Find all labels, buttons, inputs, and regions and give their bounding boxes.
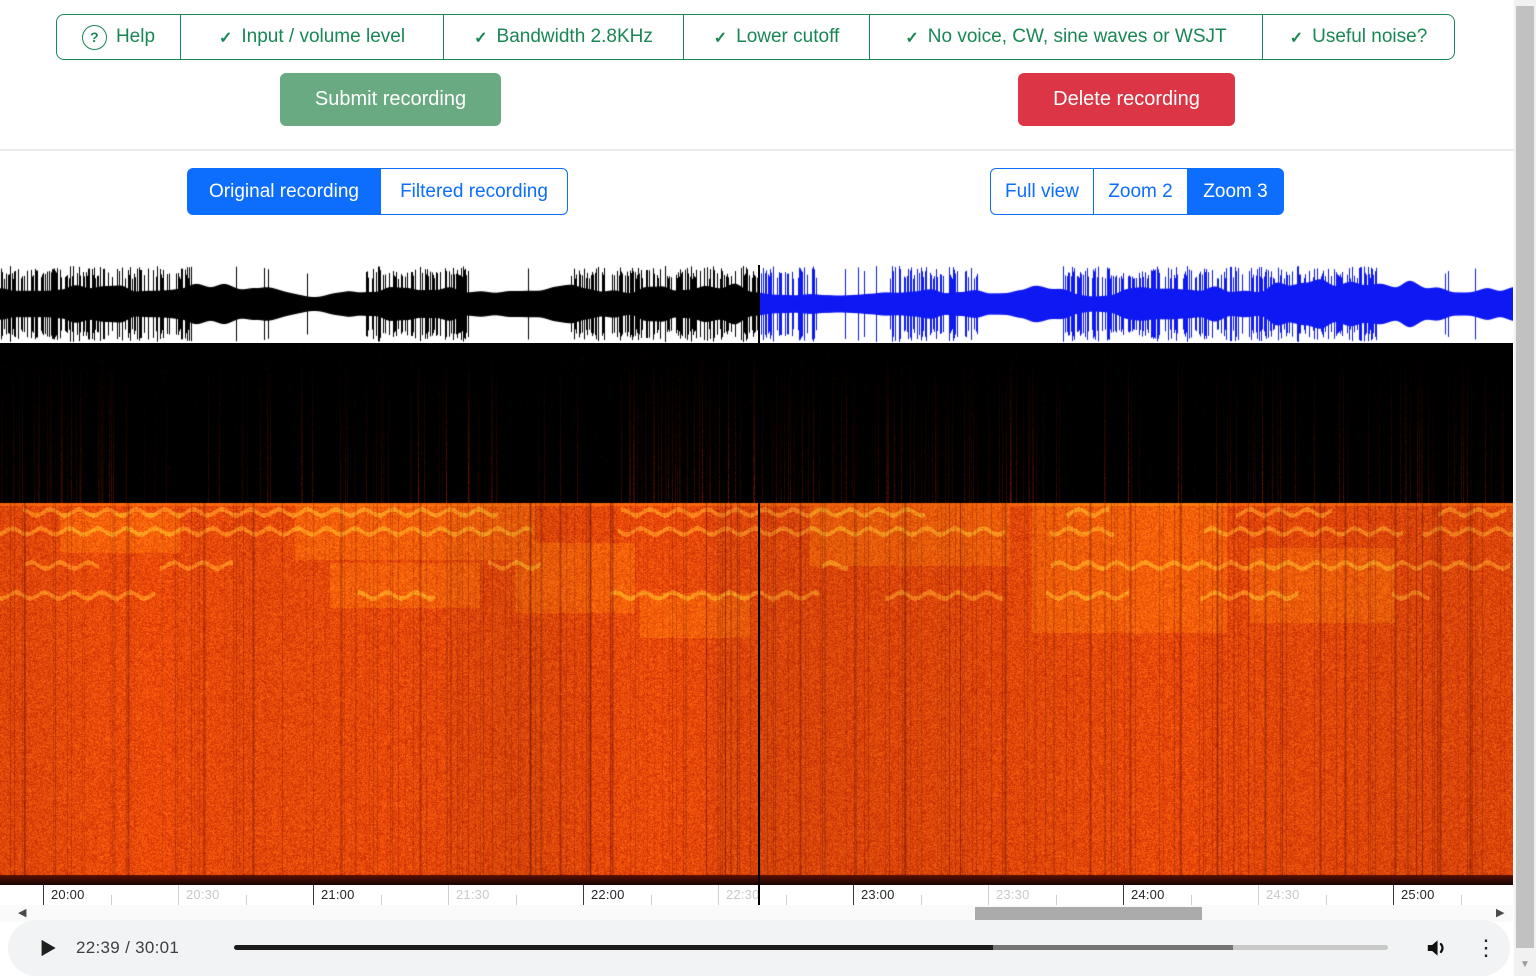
timeline-label: 24:00	[1131, 887, 1165, 902]
timeline-tick	[718, 885, 719, 905]
section-divider	[0, 149, 1514, 151]
timeline-label: 23:00	[861, 887, 895, 902]
check-icon: ✓	[219, 28, 232, 48]
check-label: Useful noise?	[1312, 26, 1427, 48]
timeline-tick	[313, 885, 314, 905]
timeline-label: 21:00	[321, 887, 355, 902]
check-icon: ✓	[905, 28, 918, 48]
timeline-label: 25:00	[1401, 887, 1435, 902]
check-input-volume-button[interactable]: ✓ Input / volume level	[180, 14, 444, 60]
zoom-level-tabs: Full view Zoom 2 Zoom 3	[990, 168, 1284, 215]
audio-player: 22:39 / 30:01 ⋮	[8, 920, 1510, 976]
playback-cursor	[758, 265, 760, 905]
timeline-minor-tick	[381, 895, 382, 905]
timeline-tick	[43, 885, 44, 905]
timeline-tick	[1393, 885, 1394, 905]
tab-full-view[interactable]: Full view	[990, 168, 1094, 215]
seek-bar[interactable]	[8, 920, 1510, 976]
check-icon: ✓	[1290, 28, 1303, 48]
timeline-tick	[448, 885, 449, 905]
seek-buffered-segment	[993, 945, 1233, 950]
timeline-tick	[583, 885, 584, 905]
review-checklist-toolbar: ? Help ✓ Input / volume level ✓ Bandwidt…	[56, 14, 1455, 60]
check-label: Input / volume level	[241, 26, 405, 48]
vertical-scrollbar-thumb[interactable]	[1516, 6, 1534, 948]
timeline-label: 22:00	[591, 887, 625, 902]
timeline-minor-tick	[516, 895, 517, 905]
scroll-down-icon[interactable]: ▼	[1514, 952, 1536, 976]
timeline-minor-tick	[651, 895, 652, 905]
timeline-minor-tick	[246, 895, 247, 905]
timeline-tick	[1123, 885, 1124, 905]
seek-played-segment	[234, 945, 993, 950]
check-label: No voice, CW, sine waves or WSJT	[928, 26, 1227, 48]
waveform-display[interactable]	[0, 265, 1513, 343]
timeline-label: 24:30	[1266, 887, 1300, 902]
timeline-minor-tick	[1056, 895, 1057, 905]
timeline-minor-tick	[1326, 895, 1327, 905]
check-no-voice-button[interactable]: ✓ No voice, CW, sine waves or WSJT	[869, 14, 1263, 60]
help-label: Help	[116, 26, 155, 48]
timeline-label: 21:30	[456, 887, 490, 902]
check-icon: ✓	[474, 28, 487, 48]
scroll-right-icon[interactable]: ▶	[1496, 907, 1504, 920]
timeline-tick	[853, 885, 854, 905]
timeline-tick	[988, 885, 989, 905]
recording-review-page: ? Help ✓ Input / volume level ✓ Bandwidt…	[0, 0, 1536, 976]
timeline-minor-tick	[786, 895, 787, 905]
timeline-label: 20:30	[186, 887, 220, 902]
check-bandwidth-button[interactable]: ✓ Bandwidth 2.8KHz	[443, 14, 684, 60]
spectrogram-display[interactable]	[0, 343, 1513, 885]
check-useful-noise-button[interactable]: ✓ Useful noise?	[1262, 14, 1455, 60]
volume-icon[interactable]	[1424, 935, 1450, 961]
check-lower-cutoff-button[interactable]: ✓ Lower cutoff	[683, 14, 870, 60]
timeline-minor-tick	[1191, 895, 1192, 905]
seek-track-segment	[1233, 945, 1388, 950]
timeline-minor-tick	[111, 895, 112, 905]
help-button[interactable]: ? Help	[56, 14, 181, 60]
tab-original-recording[interactable]: Original recording	[187, 168, 381, 215]
tab-zoom-3[interactable]: Zoom 3	[1187, 168, 1284, 215]
timeline-tick	[178, 885, 179, 905]
scroll-left-icon[interactable]: ◀	[18, 907, 26, 920]
tab-zoom-2[interactable]: Zoom 2	[1093, 168, 1188, 215]
timeline-minor-tick	[1461, 895, 1462, 905]
recording-source-tabs: Original recording Filtered recording	[187, 168, 568, 215]
check-label: Lower cutoff	[736, 26, 839, 48]
horizontal-scrollbar-thumb[interactable]	[975, 907, 1202, 920]
check-label: Bandwidth 2.8KHz	[497, 26, 653, 48]
player-menu-icon[interactable]: ⋮	[1475, 933, 1495, 963]
timeline-label: 20:00	[51, 887, 85, 902]
timeline-ruler[interactable]: 20:00 20:30 21:00 21:30 22:00 22:30 23:00 23:30…	[0, 885, 1513, 905]
vertical-scrollbar[interactable]: ▼	[1514, 0, 1536, 976]
timeline-tick	[1258, 885, 1259, 905]
timeline-label: 23:30	[996, 887, 1030, 902]
check-icon: ✓	[714, 28, 727, 48]
submit-recording-button[interactable]: Submit recording	[280, 73, 501, 126]
timeline-label: 22:30	[726, 887, 760, 902]
delete-recording-button[interactable]: Delete recording	[1018, 73, 1235, 126]
timeline-minor-tick	[921, 895, 922, 905]
question-circle-icon: ?	[82, 25, 107, 50]
tab-filtered-recording[interactable]: Filtered recording	[380, 168, 568, 215]
